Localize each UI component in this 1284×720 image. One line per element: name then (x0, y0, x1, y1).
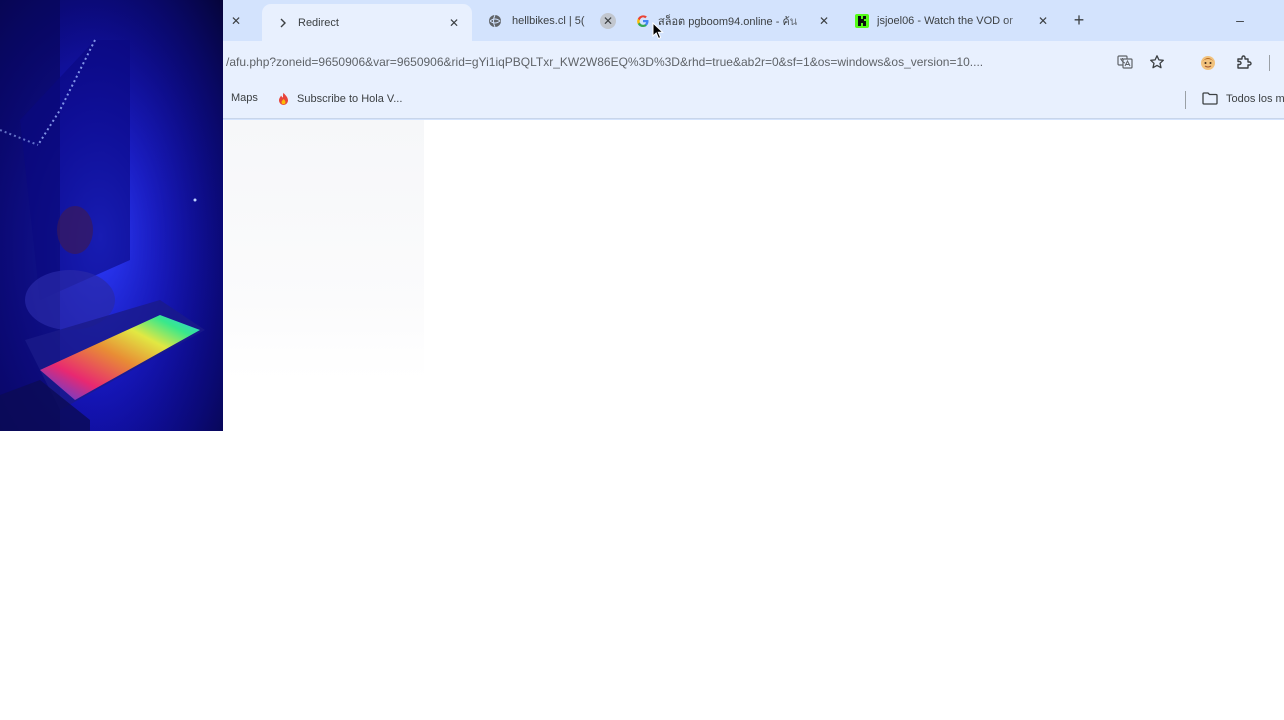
address-bar[interactable]: /afu.php?zoneid=9650906&var=9650906&rid=… (212, 46, 1180, 78)
minimize-button[interactable]: – (1230, 10, 1250, 30)
tab-title: hellbikes.cl | 5( (512, 15, 585, 27)
globe-icon (488, 14, 502, 28)
extensions-puzzle-icon[interactable] (1234, 52, 1254, 72)
tab-kick-vod[interactable]: jsjoel06 - Watch the VOD or ✕ (855, 6, 1051, 36)
tab-title: Redirect (298, 16, 339, 29)
bookmark-star-icon[interactable] (1148, 53, 1166, 71)
screen: ✕ Redirect ✕ hellbikes.cl | 5(✕ สล็อต p… (0, 0, 1284, 720)
bookmark-folder-all[interactable]: Todos los m (1202, 92, 1284, 105)
tab-close-icon[interactable]: ✕ (228, 13, 244, 29)
tab-title: jsjoel06 - Watch the VOD or (877, 15, 1013, 27)
tab-title: สล็อต pgboom94.online - ค้น (658, 16, 798, 28)
new-tab-button[interactable]: + (1068, 9, 1090, 31)
page-loading-shade (224, 120, 424, 380)
flame-icon (277, 92, 290, 106)
tab-offscreen[interactable]: ✕ (228, 6, 248, 36)
redirect-chevron-icon (276, 16, 290, 30)
google-g-icon (636, 14, 650, 28)
tab-close-icon[interactable]: ✕ (1035, 13, 1051, 29)
bookmarks-divider (1185, 91, 1186, 109)
extension-avatar-icon[interactable] (1198, 53, 1218, 73)
bookmark-maps[interactable]: Maps (231, 92, 258, 104)
bookmark-label: Maps (231, 92, 258, 104)
tab-redirect[interactable]: Redirect ✕ (262, 4, 472, 41)
mouse-cursor-icon (652, 21, 664, 45)
tab-close-icon[interactable]: ✕ (600, 13, 616, 29)
tab-close-icon[interactable]: ✕ (446, 15, 462, 31)
bookmark-folder-label: Todos los m (1226, 92, 1284, 105)
translate-icon[interactable] (1116, 53, 1134, 71)
webcam-overlay (0, 0, 223, 431)
folder-icon (1202, 92, 1218, 105)
toolbar-divider (1266, 53, 1272, 73)
tab-close-icon[interactable]: ✕ (816, 13, 832, 29)
bookmark-label: Subscribe to Hola V... (297, 93, 403, 105)
kick-k-icon (855, 14, 869, 28)
bookmark-hola-vpn[interactable]: Subscribe to Hola V... (277, 92, 402, 106)
url-text[interactable]: /afu.php?zoneid=9650906&var=9650906&rid=… (226, 55, 1106, 69)
tab-google-search[interactable]: สล็อต pgboom94.online - ค้น ✕ (636, 6, 832, 36)
tab-hellbikes[interactable]: hellbikes.cl | 5( ✕ (488, 6, 616, 36)
